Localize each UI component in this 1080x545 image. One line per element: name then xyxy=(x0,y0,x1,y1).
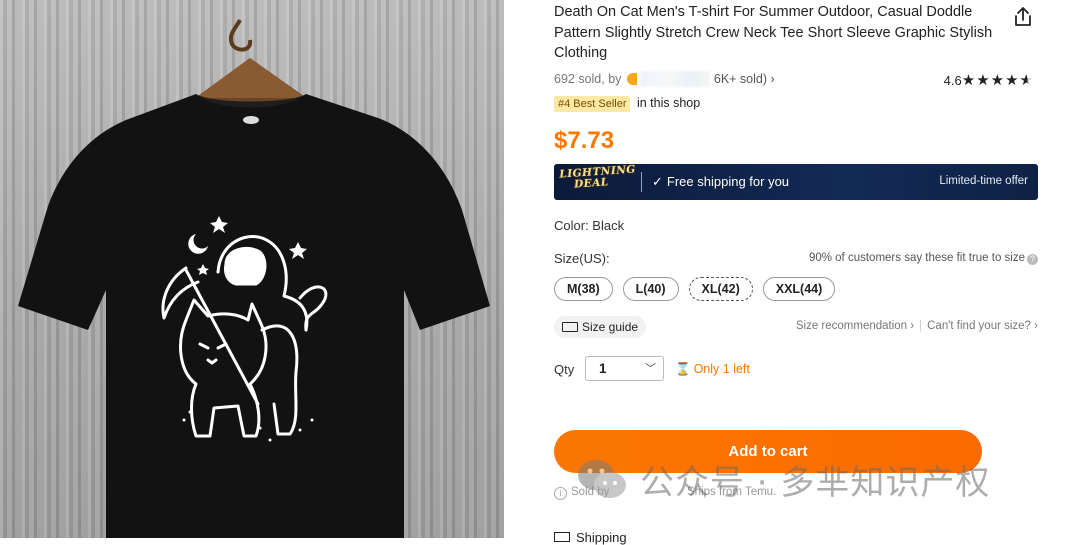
cant-find-size-link[interactable]: Can't find your size? › xyxy=(927,320,1038,332)
add-to-cart-button[interactable]: Add to cart xyxy=(554,430,982,473)
price: $7.73 xyxy=(554,127,615,154)
shirt-body xyxy=(18,94,490,538)
chevron-down-icon: ﹀ xyxy=(645,363,656,375)
free-shipping: ✓ Free shipping for you xyxy=(652,174,789,190)
low-stock-notice: ⌛ Only 1 left xyxy=(675,362,750,377)
check-icon: ✓ xyxy=(652,174,663,189)
chevron-right-icon: › xyxy=(767,72,775,86)
size-label: Size(US): xyxy=(554,251,610,266)
sales-row: 692 sold, by 6K+ sold) › 4.6★★★★★ xyxy=(554,71,1038,89)
shop-avatar[interactable] xyxy=(626,73,637,85)
size-recommendation-link[interactable]: Size recommendation › xyxy=(796,320,914,332)
product-title: Death On Cat Men's T-shirt For Summer Ou… xyxy=(554,4,993,61)
best-seller-badge: #4 Best Seller xyxy=(554,96,631,112)
lightning-deal-banner: LIGHTNING DEAL ✓ Free shipping for you Li… xyxy=(554,164,1038,200)
ruler-icon xyxy=(562,322,578,332)
color-label: Color: Black xyxy=(554,218,625,233)
shop-sold-link[interactable]: 6K+ sold) › xyxy=(714,72,775,86)
divider: | xyxy=(919,320,923,332)
size-option-xl[interactable]: XL(42) xyxy=(688,277,753,301)
rating-value: 4.6 xyxy=(943,73,962,88)
quantity-value: 1 xyxy=(599,361,607,376)
free-shipping-text: Free shipping for you xyxy=(666,174,790,189)
product-image[interactable] xyxy=(0,0,504,538)
help-icon[interactable]: ? xyxy=(1027,254,1038,265)
best-seller-suffix: in this shop xyxy=(636,96,701,110)
size-option-xxl[interactable]: XXL(44) xyxy=(762,277,836,301)
limited-time-offer: Limited-time offer xyxy=(939,175,1028,187)
size-guide-label: Size guide xyxy=(582,320,639,334)
rating[interactable]: 4.6★★★★★ xyxy=(944,71,1034,89)
size-help-links: Size recommendation › | Can't find your si… xyxy=(796,320,1038,332)
tshirt-illustration xyxy=(18,19,490,538)
star-rating-icon: ★★★★★ xyxy=(961,72,1034,89)
sold-by-label: Sold by xyxy=(571,486,610,498)
size-recommendation-text: Size recommendation xyxy=(795,320,908,332)
sold-count: 692 sold, by xyxy=(554,72,622,86)
best-seller-row[interactable]: #4 Best Seller in this shop xyxy=(554,96,701,112)
product-details: Death On Cat Men's T-shirt For Summer Ou… xyxy=(554,0,1038,545)
shop-sold-text: 6K+ sold) xyxy=(713,72,768,86)
size-guide-button[interactable]: Size guide xyxy=(554,316,647,338)
sold-by-row[interactable]: i Sold by xyxy=(554,486,609,500)
hanger xyxy=(190,19,312,102)
size-option-l[interactable]: L(40) xyxy=(622,277,679,301)
share-button[interactable] xyxy=(1012,6,1034,28)
truck-icon xyxy=(554,532,570,542)
fit-note-text: 90% of customers say these fit true to s… xyxy=(808,252,1025,264)
fit-note: 90% of customers say these fit true to s… xyxy=(809,252,1038,265)
size-option-m[interactable]: M(38) xyxy=(554,277,613,301)
qty-label: Qty xyxy=(554,362,575,377)
shop-name-redacted[interactable] xyxy=(640,71,711,87)
lightning-deal-logo: LIGHTNING DEAL xyxy=(559,164,637,199)
size-options: M(38) L(40) XL(42) XXL(44) xyxy=(554,277,836,301)
hourglass-icon: ⌛ xyxy=(675,362,691,376)
quantity-select[interactable]: 1 ﹀ xyxy=(585,356,664,381)
divider xyxy=(641,172,642,192)
info-icon: i xyxy=(554,487,567,500)
share-icon xyxy=(1015,7,1031,26)
low-stock-text: Only 1 left xyxy=(693,362,750,376)
cant-find-size-text: Can't find your size? xyxy=(927,320,1031,332)
ships-from: Ships from Temu. xyxy=(687,486,777,498)
